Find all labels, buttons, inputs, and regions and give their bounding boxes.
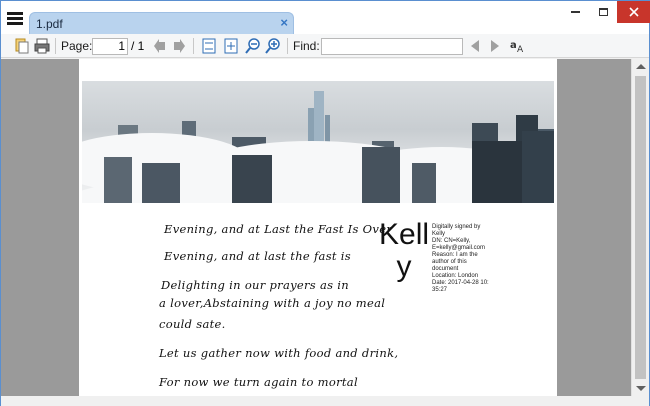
close-window-button[interactable] [617, 1, 650, 23]
tab-title: 1.pdf [36, 17, 63, 31]
scroll-down-icon[interactable] [636, 386, 646, 391]
signature-detail-line: Date: 2017-04-28 10: [432, 280, 489, 286]
page-label: Page: [61, 39, 93, 53]
find-label: Find: [293, 39, 320, 53]
poem-line: Let us gather now with food and drink, [159, 346, 399, 360]
find-previous-icon[interactable] [471, 37, 481, 55]
hamburger-menu-icon[interactable] [7, 12, 23, 26]
minimize-icon [570, 10, 580, 13]
tab-close-icon[interactable]: × [280, 15, 288, 30]
minimize-button[interactable] [561, 1, 589, 23]
open-file-icon[interactable] [13, 37, 31, 55]
toolbar: Page: 1 / 1 Find: aA [1, 34, 649, 58]
status-bar [1, 396, 649, 406]
print-icon[interactable] [33, 37, 51, 55]
signature-detail-line: DN: CN=Kelly, [432, 238, 471, 244]
title-bar: 1.pdf × [1, 1, 650, 35]
maximize-icon [598, 7, 608, 16]
fit-page-icon[interactable] [200, 37, 218, 55]
signature-name-line2: y [396, 250, 412, 283]
signature-name-line1: Kell [379, 218, 430, 251]
toolbar-separator [193, 38, 194, 54]
scroll-up-icon[interactable] [636, 64, 646, 69]
poem-line: Evening, and at Last the Fast Is Over [164, 222, 393, 236]
toolbar-separator [55, 38, 56, 54]
toolbar-separator [287, 38, 288, 54]
svg-text:a: a [510, 40, 517, 51]
svg-text:A: A [517, 45, 524, 55]
vertical-scrollbar[interactable] [631, 59, 649, 396]
city-fog-image [82, 81, 554, 203]
find-input[interactable] [321, 38, 463, 55]
poem-line: Delighting in our prayers as in [161, 278, 349, 292]
maximize-button[interactable] [589, 1, 617, 23]
signature-detail-line: 35:27 [432, 287, 448, 293]
zoom-out-icon[interactable] [244, 37, 262, 55]
document-viewer[interactable]: Evening, and at Last the Fast Is Over Ev… [1, 59, 631, 396]
signature-detail-line: E=kelly@gmail.com [432, 245, 485, 251]
poem-line: could sate. [159, 317, 226, 331]
zoom-in-icon[interactable] [264, 37, 282, 55]
signature-detail-line: Reason: I am the [432, 252, 478, 258]
signature-detail-line: Kelly [432, 231, 446, 237]
signature-detail-line: document [432, 266, 459, 272]
app-window: 1.pdf × Page: 1 / 1 Find: a A Evening, a… [0, 0, 650, 406]
close-icon [628, 7, 639, 17]
signature-name[interactable]: Kell y [379, 219, 429, 283]
scrollbar-thumb[interactable] [635, 76, 646, 379]
poem-line: a lover,Abstaining with a joy no meal [159, 296, 386, 310]
poem-line: For now we turn again to mortal [159, 375, 358, 389]
poem-line: Evening, and at last the fast is [164, 249, 351, 263]
signature-detail-line: author of this [432, 259, 467, 265]
page-number-input[interactable]: 1 [92, 38, 128, 55]
match-case-icon[interactable]: aA [509, 37, 527, 55]
next-page-icon[interactable] [172, 37, 186, 55]
signature-details: Digitally signed by Kelly DN: CN=Kelly, … [432, 224, 514, 294]
pdf-page: Evening, and at Last the Fast Is Over Ev… [79, 59, 557, 396]
signature-detail-line: Location: London [432, 273, 479, 279]
fit-width-icon[interactable] [222, 37, 240, 55]
page-total: / 1 [131, 39, 145, 53]
signature-detail-line: Digitally signed by [432, 224, 481, 230]
find-next-icon[interactable] [491, 37, 501, 55]
previous-page-icon[interactable] [153, 37, 167, 55]
tab-document[interactable]: 1.pdf × [29, 12, 294, 35]
